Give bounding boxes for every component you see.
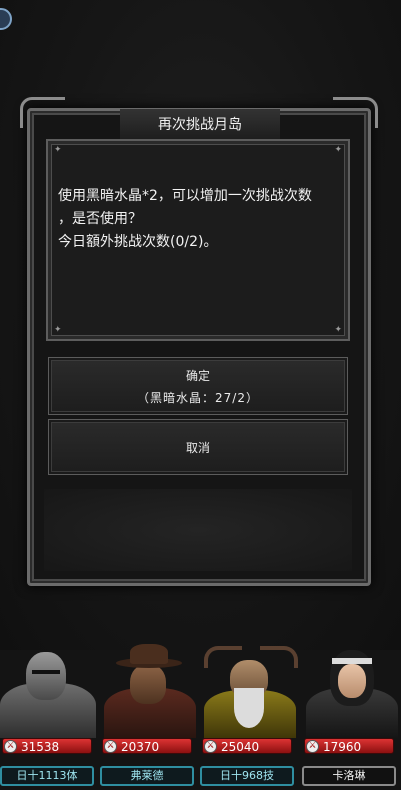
hero-card[interactable]: ⚔ 31538 日十1113体 (0, 640, 100, 790)
challenge-dialog: 再次挑战月岛 ✦ ✦ ✦ ✦ 使用黑暗水晶*2，可以增加一次挑战次数 ，是否使用… (20, 97, 378, 586)
hero-power: 25040 (221, 740, 260, 754)
hero-card[interactable]: ⚔ 25040 日十968技 (200, 640, 300, 790)
hero-power: 31538 (21, 740, 60, 754)
hero-portrait-nun (302, 640, 401, 738)
confirm-cost: （黑暗水晶：27/2） (137, 390, 259, 405)
sword-icon: ⚔ (306, 740, 319, 753)
hero-card[interactable]: ⚔ 17960 卡洛琳 (302, 640, 401, 790)
message-line: ，是否使用？ (58, 211, 142, 227)
message-line: 使用黑暗水晶*2，可以增加一次挑战次数 (58, 188, 312, 204)
sword-icon: ⚔ (204, 740, 217, 753)
hero-portrait-knight (0, 640, 100, 738)
hero-portrait-druid (200, 640, 300, 738)
cancel-button[interactable]: 取消 (48, 419, 348, 475)
sparkle-icon: ✦ (54, 145, 62, 155)
sparkle-icon: ✦ (54, 325, 62, 335)
hero-name: 卡洛琳 (302, 766, 396, 786)
message-box: ✦ ✦ ✦ ✦ 使用黑暗水晶*2，可以增加一次挑战次数 ，是否使用？ 今日額外挑… (46, 139, 350, 341)
confirm-label: 确定 (185, 368, 210, 383)
hero-power-bar: ⚔ 17960 (304, 738, 394, 754)
dialog-title: 再次挑战月岛 (120, 109, 280, 141)
hero-name: 日十968技 (200, 766, 294, 786)
hero-name: 弗莱德 (100, 766, 194, 786)
hero-power: 20370 (121, 740, 160, 754)
hero-power-bar: ⚔ 20370 (102, 738, 192, 754)
hero-name: 日十1113体 (0, 766, 94, 786)
sword-icon: ⚔ (4, 740, 17, 753)
sparkle-icon: ✦ (334, 145, 342, 155)
sparkle-icon: ✦ (334, 325, 342, 335)
hero-power-bar: ⚔ 31538 (2, 738, 92, 754)
cancel-label: 取消 (185, 440, 210, 455)
hero-power: 17960 (323, 740, 362, 754)
confirm-button[interactable]: 确定 （黑暗水晶：27/2） (48, 357, 348, 415)
hero-bar: ⚔ 31538 日十1113体 ⚔ 20370 弗莱德 ⚔ 25040 日十96… (0, 640, 401, 790)
hero-card[interactable]: ⚔ 20370 弗莱德 (100, 640, 200, 790)
sword-icon: ⚔ (104, 740, 117, 753)
hero-power-bar: ⚔ 25040 (202, 738, 292, 754)
message-line: 今日額外挑战次数(0/2)。 (58, 234, 218, 250)
hero-portrait-cowboy (100, 640, 200, 738)
dialog-lower-panel (44, 489, 352, 571)
dialog-message: 使用黑暗水晶*2，可以增加一次挑战次数 ，是否使用？ 今日額外挑战次数(0/2)… (58, 185, 348, 254)
